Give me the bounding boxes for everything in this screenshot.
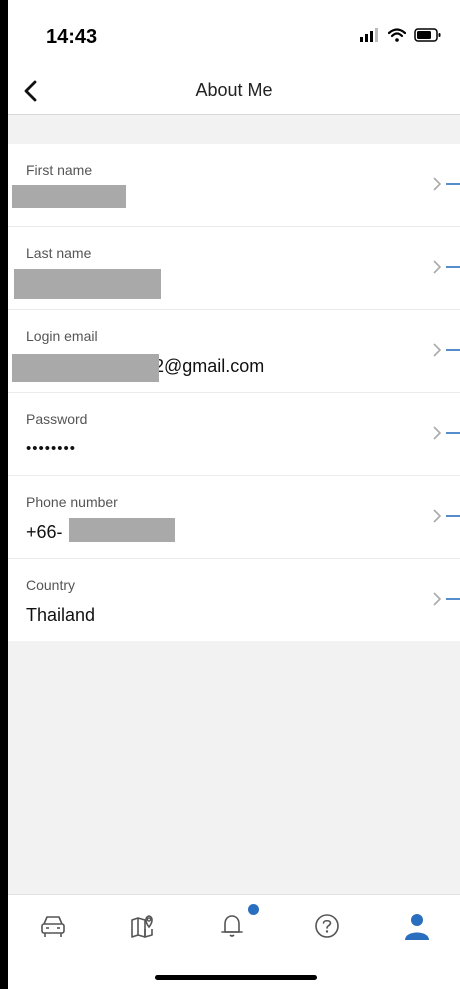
- redaction-block: [12, 185, 126, 208]
- chevron-right-icon: [433, 426, 460, 440]
- notification-badge: [248, 904, 259, 915]
- status-icons: [360, 28, 442, 42]
- car-icon[interactable]: [36, 909, 70, 943]
- page-title: About Me: [195, 80, 273, 100]
- chevron-right-icon: [433, 260, 460, 274]
- row-phone-number[interactable]: Phone number +66-: [8, 476, 460, 559]
- redaction-block: [12, 354, 159, 382]
- phone-number-label: Phone number: [26, 494, 118, 510]
- login-email-label: Login email: [26, 328, 98, 344]
- last-name-label: Last name: [26, 245, 92, 261]
- chevron-right-icon: [433, 343, 460, 357]
- battery-icon: [414, 28, 441, 42]
- first-name-label: First name: [26, 162, 93, 178]
- profile-field-list: First name Last name Login email 2@gmail…: [8, 144, 460, 641]
- row-password[interactable]: Password ••••••••: [8, 393, 460, 476]
- chevron-right-icon: [433, 592, 460, 606]
- cellular-signal-icon: [360, 28, 378, 42]
- redaction-block: [69, 518, 175, 542]
- row-last-name[interactable]: Last name: [8, 227, 460, 310]
- map-pin-icon[interactable]: [126, 909, 160, 943]
- bell-icon[interactable]: [216, 909, 250, 943]
- chevron-right-icon: [433, 509, 460, 523]
- row-login-email[interactable]: Login email 2@gmail.com: [8, 310, 460, 393]
- row-country[interactable]: Country Thailand: [8, 559, 460, 641]
- help-icon[interactable]: [310, 909, 344, 943]
- phone-screen: 14:43 About Me First name Last name Logi…: [8, 0, 460, 989]
- country-value: Thailand: [26, 605, 96, 625]
- status-time: 14:43: [46, 26, 98, 48]
- country-label: Country: [26, 577, 76, 593]
- redaction-block: [14, 269, 161, 299]
- row-first-name[interactable]: First name: [8, 144, 460, 227]
- password-value: ••••••••: [26, 440, 77, 457]
- home-indicator: [155, 975, 317, 980]
- wifi-icon: [388, 28, 406, 42]
- status-bar: 14:43: [8, 0, 460, 68]
- password-label: Password: [26, 411, 88, 427]
- navigation-bar: About Me: [8, 68, 460, 115]
- chevron-right-icon: [433, 177, 460, 191]
- phone-number-value: +66-: [26, 522, 63, 542]
- person-icon[interactable]: [400, 909, 434, 943]
- login-email-value: 2@gmail.com: [154, 356, 265, 376]
